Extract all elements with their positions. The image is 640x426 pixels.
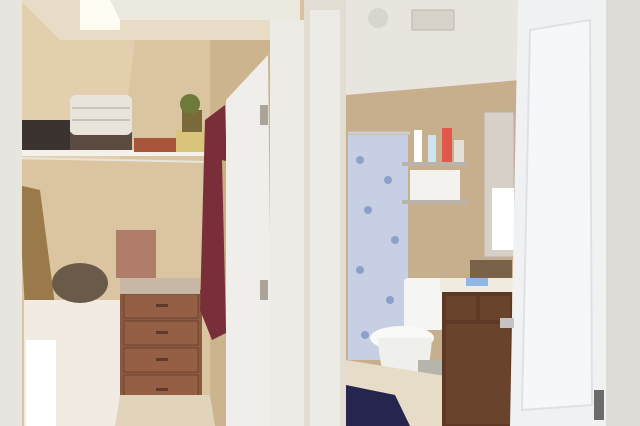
closet-floor	[115, 395, 215, 426]
backpack	[52, 263, 108, 303]
smoke-detector	[368, 8, 388, 28]
soap-dish	[466, 278, 488, 286]
folded-towels	[70, 95, 132, 135]
photo-scene	[0, 0, 640, 426]
dresser-top-items	[120, 278, 200, 294]
door-panel	[520, 18, 594, 412]
storage-bin-dark	[20, 120, 70, 150]
stacked-items	[134, 138, 178, 152]
white-towels	[26, 340, 56, 426]
book-stack	[116, 230, 156, 278]
ceiling-vent	[411, 9, 455, 31]
vanity-basket	[470, 260, 512, 278]
left-wall-frame	[0, 0, 22, 426]
door-hinge-top	[260, 105, 268, 125]
photo-illustration	[0, 0, 640, 426]
door-handle	[500, 318, 514, 328]
towels-on-shelf	[410, 170, 460, 200]
toilet-tank	[404, 278, 444, 330]
toiletries	[414, 130, 422, 162]
door-hinge-right	[594, 390, 604, 420]
door-hinge-bottom	[260, 280, 268, 300]
hand-towel	[492, 188, 514, 250]
right-wall-frame	[606, 0, 640, 426]
closet-door-frame	[270, 20, 304, 426]
plant	[180, 94, 200, 114]
